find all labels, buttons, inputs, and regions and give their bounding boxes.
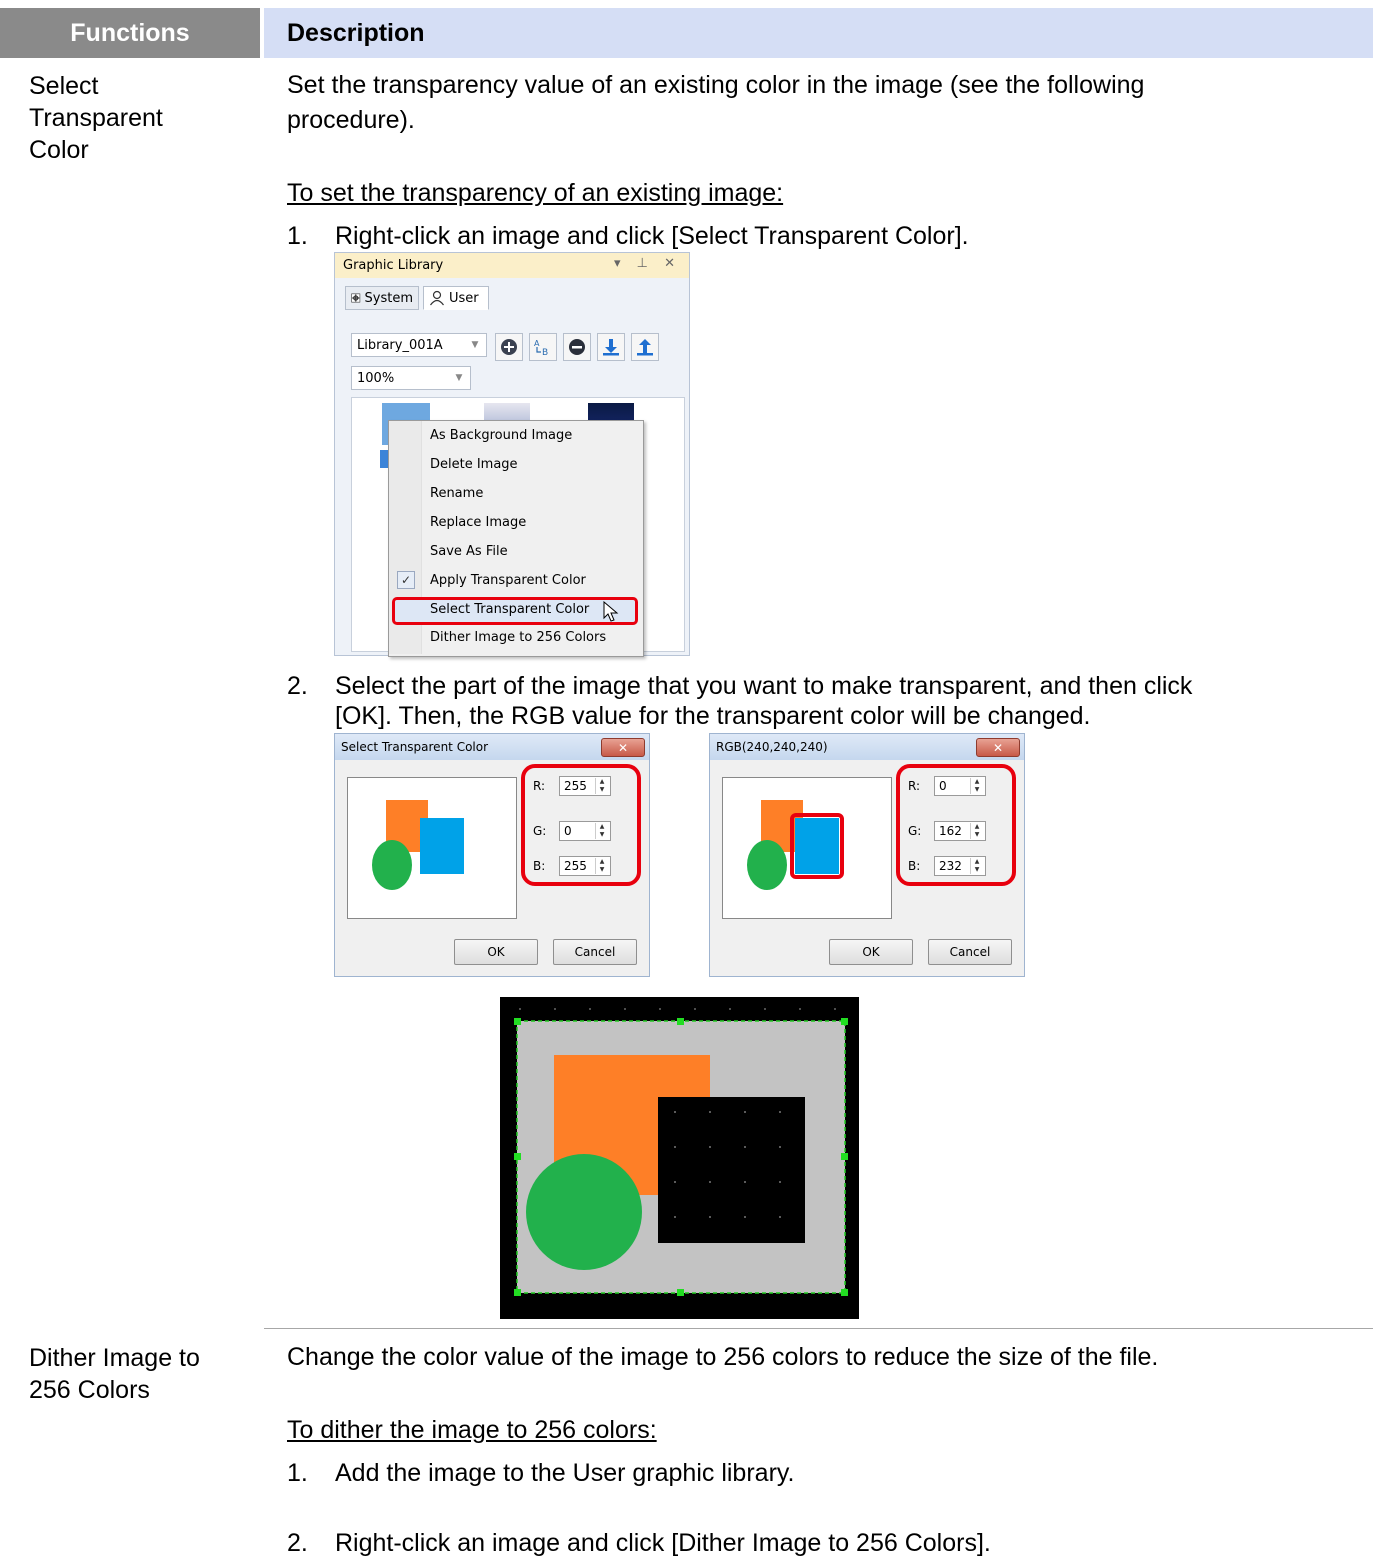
rename-icon: AB bbox=[534, 339, 548, 357]
row1-step2-cont: [OK]. Then, the RGB value for the transp… bbox=[335, 702, 1091, 730]
step-number: 1. bbox=[287, 1459, 308, 1487]
panel-window-controls[interactable]: ▾ ⊥ ✕ bbox=[614, 256, 681, 271]
tab-label: System bbox=[364, 290, 413, 306]
menu-item-delete-image[interactable]: Delete Image bbox=[430, 451, 518, 477]
step-number: 1. bbox=[287, 222, 308, 250]
row1-procedure-title: To set the transparency of an existing i… bbox=[287, 179, 784, 207]
step-text: Right-click an image and click [Select T… bbox=[335, 222, 969, 250]
rgb-highlight-box bbox=[896, 764, 1016, 886]
function-line: Color bbox=[29, 136, 89, 164]
library-select-value: Library_001A bbox=[357, 337, 443, 353]
dialog-title: Select Transparent Color bbox=[341, 740, 489, 754]
function-line: Transparent bbox=[29, 104, 163, 132]
svg-text:B: B bbox=[542, 348, 548, 357]
row2-step2: 2. Right-click an image and click [Dither… bbox=[287, 1527, 1357, 1559]
checkmark-icon: ✓ bbox=[397, 571, 415, 589]
row1-step2: 2. Select the part of the image that you … bbox=[287, 670, 1357, 702]
ok-button[interactable]: OK bbox=[829, 939, 913, 965]
image-preview[interactable] bbox=[722, 777, 892, 919]
cancel-button[interactable]: Cancel bbox=[928, 939, 1012, 965]
step-number: 2. bbox=[287, 672, 308, 700]
select-transparent-color-dialog: Select Transparent Color ✕ R: 255 ▲ ▼ G: 0… bbox=[334, 733, 650, 977]
result-canvas-drawing bbox=[514, 1008, 848, 1296]
system-icon bbox=[351, 293, 361, 303]
green-circle bbox=[526, 1154, 642, 1270]
grid-dots bbox=[519, 1008, 836, 1010]
image-preview[interactable] bbox=[347, 777, 517, 919]
close-button[interactable]: ✕ bbox=[976, 738, 1020, 757]
rename-library-button[interactable]: AB bbox=[529, 333, 557, 361]
menu-item-select-transparent-color[interactable]: Select Transparent Color bbox=[430, 596, 589, 622]
dialog-title-bar: RGB(240,240,240) ✕ bbox=[710, 734, 1024, 760]
zoom-select[interactable]: 100% ▼ bbox=[351, 366, 471, 390]
import-button[interactable] bbox=[597, 333, 625, 361]
step-number: 2. bbox=[287, 1529, 308, 1557]
function-select-transparent-color: Select Transparent Color bbox=[29, 70, 254, 166]
export-button[interactable] bbox=[631, 333, 659, 361]
dialog-title-bar: Select Transparent Color ✕ bbox=[335, 734, 649, 760]
add-icon bbox=[501, 339, 517, 355]
step-text: Add the image to the User graphic librar… bbox=[335, 1459, 795, 1487]
function-line: Dither Image to bbox=[29, 1344, 200, 1372]
row1-description: Set the transparency value of an existin… bbox=[287, 68, 1357, 138]
header-description: Description bbox=[264, 8, 1373, 58]
blue-rectangle bbox=[420, 818, 464, 874]
chevron-down-icon: ▼ bbox=[455, 373, 463, 383]
result-canvas bbox=[500, 997, 859, 1319]
function-line: Select bbox=[29, 72, 99, 100]
transparent-region bbox=[658, 1097, 805, 1243]
row2-description: Change the color value of the image to 2… bbox=[287, 1343, 1159, 1371]
dialog-title: RGB(240,240,240) bbox=[716, 740, 828, 754]
remove-icon bbox=[569, 339, 585, 355]
header-functions: Functions bbox=[0, 8, 260, 58]
zoom-select-value: 100% bbox=[357, 370, 395, 386]
rgb-highlight-box bbox=[521, 764, 641, 886]
import-icon bbox=[603, 339, 619, 356]
step-text: Select the part of the image that you wa… bbox=[335, 672, 1193, 700]
context-menu: ✓ As Background Image Delete Image Renam… bbox=[388, 420, 644, 657]
menu-item-dither-image[interactable]: Dither Image to 256 Colors bbox=[430, 624, 606, 650]
step-text: Right-click an image and click [Dither I… bbox=[335, 1529, 991, 1557]
row-separator bbox=[264, 1328, 1373, 1329]
description-line: procedure). bbox=[287, 106, 415, 134]
tab-label: User bbox=[449, 290, 479, 306]
svg-text:A: A bbox=[534, 339, 540, 348]
ok-button[interactable]: OK bbox=[454, 939, 538, 965]
row1-step1: 1. Right-click an image and click [Select… bbox=[287, 220, 1357, 252]
tab-user[interactable]: User bbox=[423, 286, 489, 310]
add-library-button[interactable] bbox=[495, 333, 523, 361]
description-line: Set the transparency value of an existin… bbox=[287, 71, 1145, 99]
export-icon bbox=[637, 339, 653, 356]
green-ellipse bbox=[747, 840, 787, 890]
rgb-dialog: RGB(240,240,240) ✕ R: 0 ▲ ▼ G: 162 ▲ ▼ B: 23… bbox=[709, 733, 1025, 977]
menu-item-rename[interactable]: Rename bbox=[430, 480, 483, 506]
function-line: 256 Colors bbox=[29, 1376, 150, 1404]
row2-step1: 1. Add the image to the User graphic libr… bbox=[287, 1457, 1357, 1489]
panel-title: Graphic Library bbox=[343, 258, 444, 273]
menu-item-replace-image[interactable]: Replace Image bbox=[430, 509, 526, 535]
tab-system[interactable]: System bbox=[345, 286, 419, 310]
chevron-down-icon: ▼ bbox=[471, 340, 479, 350]
green-ellipse bbox=[372, 840, 412, 890]
menu-item-as-background-image[interactable]: As Background Image bbox=[430, 422, 572, 448]
remove-library-button[interactable] bbox=[563, 333, 591, 361]
menu-item-save-as-file[interactable]: Save As File bbox=[430, 538, 508, 564]
selection-highlight-box bbox=[790, 813, 844, 879]
library-select[interactable]: Library_001A ▼ bbox=[351, 333, 487, 357]
row2-procedure-title: To dither the image to 256 colors: bbox=[287, 1416, 657, 1444]
panel-title-bar: Graphic Library ▾ ⊥ ✕ bbox=[335, 253, 689, 278]
close-button[interactable]: ✕ bbox=[601, 738, 645, 757]
menu-item-apply-transparent-color[interactable]: Apply Transparent Color bbox=[430, 567, 586, 593]
cancel-button[interactable]: Cancel bbox=[553, 939, 637, 965]
mouse-cursor-icon bbox=[603, 601, 619, 622]
function-dither-image: Dither Image to 256 Colors bbox=[29, 1342, 254, 1406]
user-icon bbox=[430, 290, 444, 306]
